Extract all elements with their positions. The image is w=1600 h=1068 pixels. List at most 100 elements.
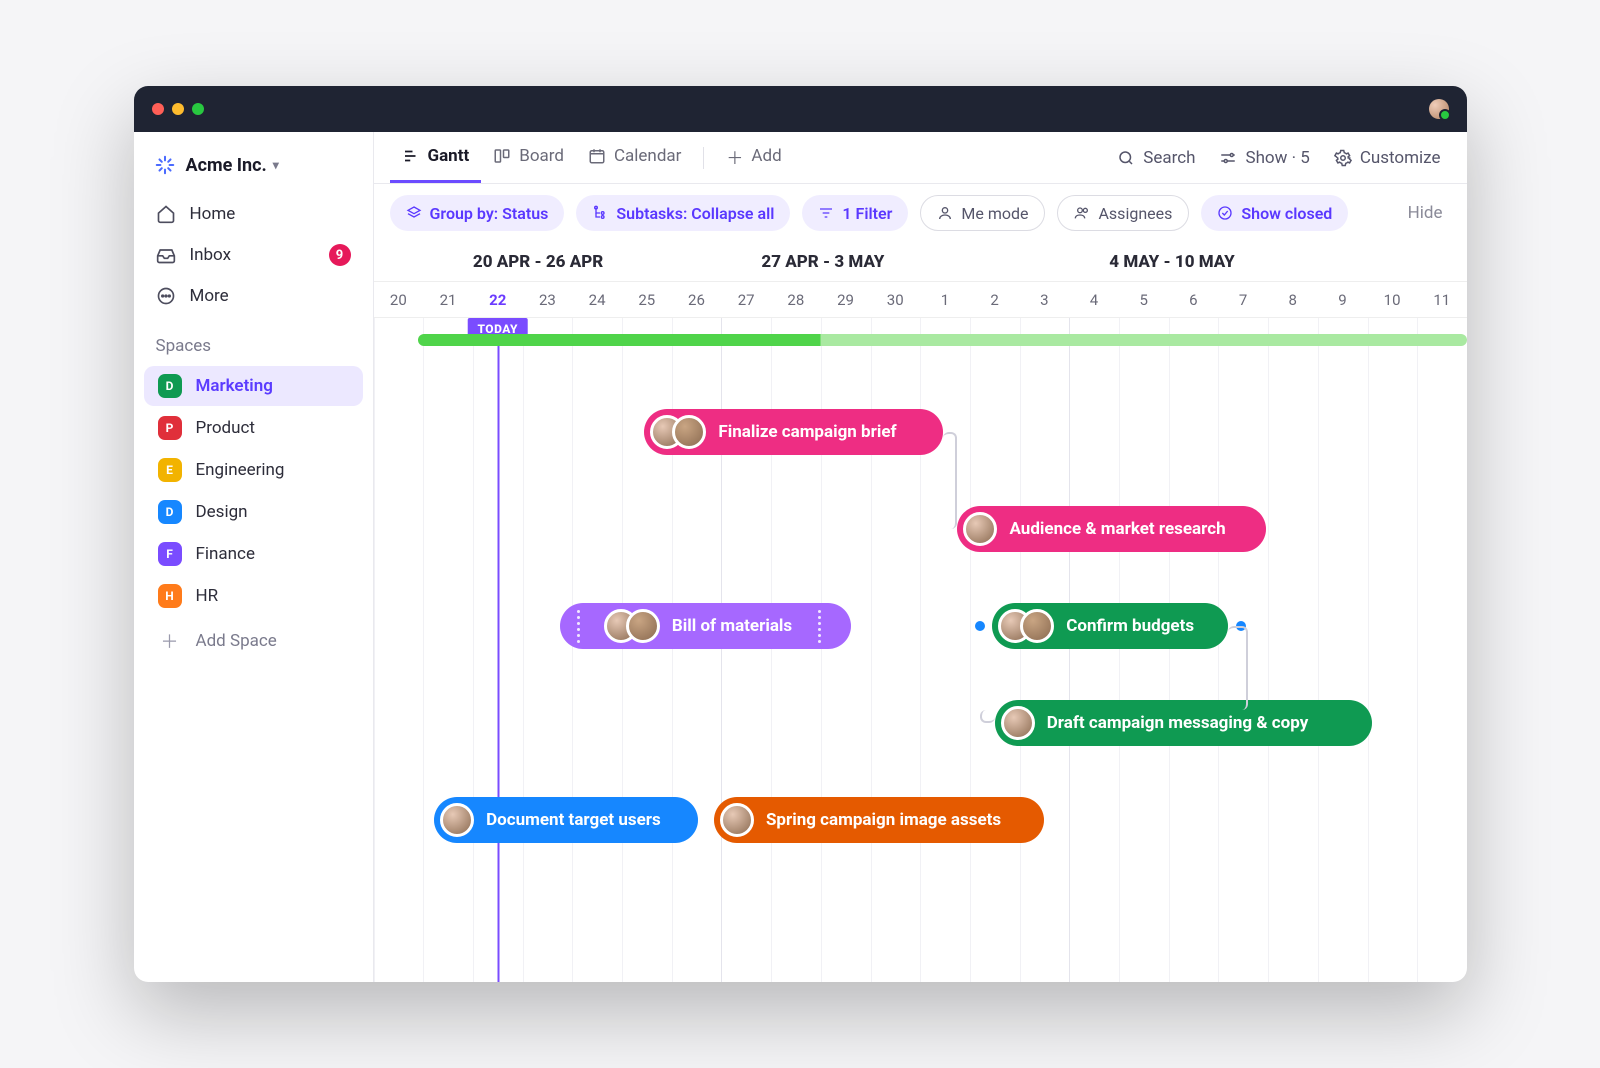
customize-button[interactable]: Customize [1324, 142, 1451, 174]
day-cell[interactable]: 8 [1268, 282, 1318, 317]
hide-filters-button[interactable]: Hide [1408, 203, 1443, 223]
subtasks-chip[interactable]: Subtasks: Collapse all [576, 195, 790, 231]
space-design[interactable]: D Design [144, 492, 363, 532]
subtasks-label: Subtasks: Collapse all [616, 204, 774, 223]
show-closed-chip[interactable]: Show closed [1201, 195, 1348, 231]
plus-icon: ＋ [726, 144, 743, 169]
group-by-chip[interactable]: Group by: Status [390, 195, 565, 231]
logo-icon [154, 154, 176, 176]
minimize-window-icon[interactable] [172, 103, 184, 115]
task-label: Document target users [486, 810, 661, 830]
drag-handle-icon[interactable] [572, 610, 586, 643]
task-bar[interactable]: Audience & market research [957, 506, 1265, 552]
space-color-icon: D [158, 374, 182, 398]
day-cell[interactable]: 9 [1318, 282, 1368, 317]
assignee-avatars [604, 609, 660, 643]
customize-label: Customize [1360, 148, 1441, 168]
space-finance[interactable]: F Finance [144, 534, 363, 574]
tab-gantt[interactable]: Gantt [390, 132, 482, 183]
inbox-badge: 9 [329, 244, 351, 266]
space-engineering[interactable]: E Engineering [144, 450, 363, 490]
assignee-avatars [440, 803, 474, 837]
add-space-button[interactable]: ＋ Add Space [144, 620, 363, 662]
space-label: Finance [196, 544, 255, 564]
close-window-icon[interactable] [152, 103, 164, 115]
avatar [1001, 706, 1035, 740]
day-cell[interactable]: 11 [1417, 282, 1467, 317]
search-button[interactable]: Search [1107, 142, 1205, 174]
layers-icon [406, 205, 422, 221]
tab-label: Calendar [614, 146, 681, 166]
task-label: Draft campaign messaging & copy [1047, 713, 1309, 733]
space-color-icon: E [158, 458, 182, 482]
assignees-chip[interactable]: Assignees [1057, 195, 1189, 231]
day-cell[interactable]: 29 [821, 282, 871, 317]
task-label: Confirm budgets [1066, 616, 1194, 636]
filter-chip[interactable]: 1 Filter [802, 195, 908, 231]
space-label: Engineering [196, 460, 285, 480]
space-hr[interactable]: H HR [144, 576, 363, 616]
tab-calendar[interactable]: Calendar [576, 132, 693, 183]
task-bar[interactable]: Finalize campaign brief [644, 409, 942, 455]
check-circle-icon [1217, 205, 1233, 221]
nav-home[interactable]: Home [134, 194, 373, 234]
day-cell[interactable]: 26 [672, 282, 722, 317]
space-color-icon: F [158, 542, 182, 566]
task-bar[interactable]: Document target users [434, 797, 697, 843]
progress-bar [418, 334, 1466, 346]
day-cell[interactable]: 3 [1019, 282, 1069, 317]
window-controls[interactable] [152, 103, 204, 115]
me-mode-chip[interactable]: Me mode [920, 195, 1045, 231]
dependency-dot[interactable] [1236, 621, 1246, 631]
nav-more[interactable]: More [134, 276, 373, 316]
add-view-button[interactable]: ＋ Add [714, 130, 793, 186]
tab-label: Gantt [428, 146, 470, 166]
day-cell[interactable]: 23 [523, 282, 573, 317]
day-cell[interactable]: 28 [771, 282, 821, 317]
show-button[interactable]: Show · 5 [1209, 142, 1319, 174]
dependency-dot[interactable] [975, 621, 985, 631]
workspace-switcher[interactable]: Acme Inc. ▾ [134, 142, 373, 194]
maximize-window-icon[interactable] [192, 103, 204, 115]
day-cell[interactable]: 2 [970, 282, 1020, 317]
space-product[interactable]: P Product [144, 408, 363, 448]
drag-handle-icon[interactable] [813, 610, 827, 643]
day-cell[interactable]: 22 [473, 282, 523, 317]
assignee-avatars [998, 609, 1054, 643]
person-icon [937, 205, 953, 221]
current-user-avatar[interactable] [1429, 99, 1449, 119]
view-tab-bar: Gantt Board Calendar ＋ Add Search [374, 132, 1467, 184]
day-cell[interactable]: 5 [1119, 282, 1169, 317]
day-cell[interactable]: 7 [1218, 282, 1268, 317]
tab-board[interactable]: Board [481, 132, 576, 183]
day-cell[interactable]: 30 [870, 282, 920, 317]
day-cell[interactable]: 1 [920, 282, 970, 317]
task-bar[interactable]: Draft campaign messaging & copy [995, 700, 1373, 746]
subtask-icon [592, 205, 608, 221]
day-cell[interactable]: 20 [374, 282, 424, 317]
day-cell[interactable]: 21 [423, 282, 473, 317]
separator [703, 147, 704, 169]
assignees-label: Assignees [1098, 204, 1172, 223]
avatar [626, 609, 660, 643]
day-cell[interactable]: 24 [572, 282, 622, 317]
avatar [440, 803, 474, 837]
space-label: Product [196, 418, 255, 438]
nav-label: Inbox [190, 245, 232, 265]
space-color-icon: D [158, 500, 182, 524]
day-cell[interactable]: 10 [1367, 282, 1417, 317]
nav-label: More [190, 286, 229, 306]
avatar [1020, 609, 1054, 643]
space-marketing[interactable]: D Marketing [144, 366, 363, 406]
task-bar[interactable]: Confirm budgets [992, 603, 1228, 649]
assignee-avatars [1001, 706, 1035, 740]
task-bar[interactable]: Bill of materials [560, 603, 851, 649]
nav-inbox[interactable]: Inbox 9 [134, 234, 373, 276]
day-cell[interactable]: 25 [622, 282, 672, 317]
task-bar[interactable]: Spring campaign image assets [714, 797, 1045, 843]
day-cell[interactable]: 6 [1169, 282, 1219, 317]
gantt-chart[interactable]: 20 APR - 26 APR27 APR - 3 MAY4 MAY - 10 … [374, 242, 1467, 982]
day-cell[interactable]: 27 [721, 282, 771, 317]
avatar [963, 512, 997, 546]
day-cell[interactable]: 4 [1069, 282, 1119, 317]
